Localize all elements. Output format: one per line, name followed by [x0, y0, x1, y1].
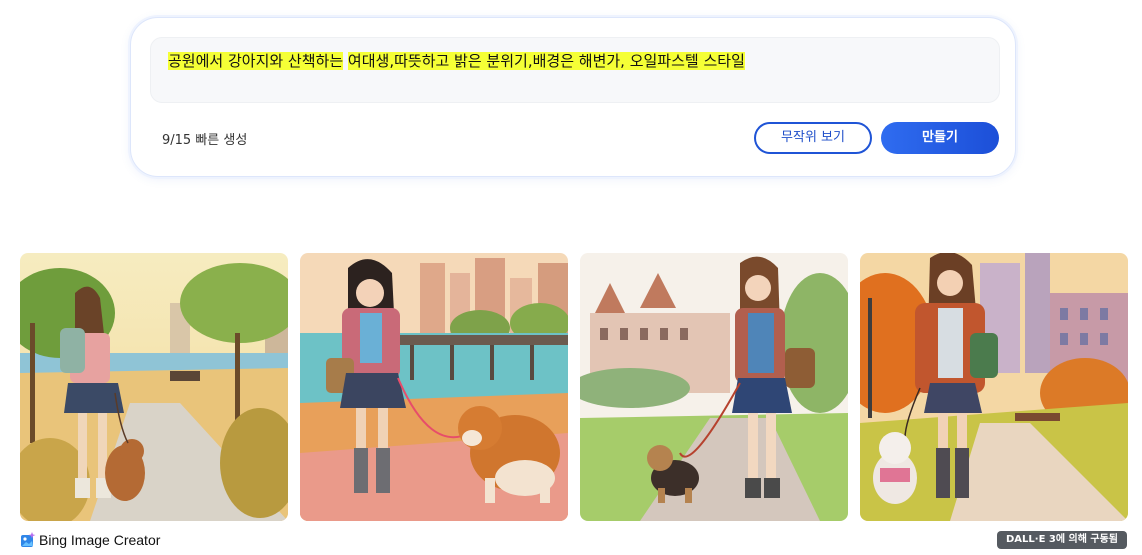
- boost-count: 9/15 빠른 생성: [162, 133, 248, 148]
- create-button[interactable]: 만들기: [881, 122, 999, 154]
- result-image-3[interactable]: [580, 253, 848, 521]
- bing-image-creator-link[interactable]: Bing Image Creator: [20, 530, 160, 550]
- brand-label: Bing Image Creator: [39, 532, 161, 548]
- prompt-card: 공원에서 강아지와 산책하는 여대생,따뜻하고 밝은 분위기,배경은 해변가, …: [130, 17, 1016, 177]
- dalle-badge: DALL·E 3에 의해 구동됨: [997, 531, 1127, 549]
- prompt-highlight-1: 공원에서 강아지와 산책하는: [168, 52, 344, 70]
- image-creator-icon: [20, 532, 36, 548]
- result-image-2[interactable]: [300, 253, 568, 521]
- result-image-4[interactable]: [860, 253, 1128, 521]
- result-image-1[interactable]: [20, 253, 288, 521]
- surprise-me-button[interactable]: 무작위 보기: [754, 122, 872, 154]
- prompt-highlight-2: 여대생,따뜻하고 밝은 분위기,배경은 해변가, 오일파스텔 스타일: [347, 52, 745, 70]
- prompt-text[interactable]: 공원에서 강아지와 산책하는 여대생,따뜻하고 밝은 분위기,배경은 해변가, …: [168, 50, 745, 72]
- prompt-input[interactable]: 공원에서 강아지와 산책하는 여대생,따뜻하고 밝은 분위기,배경은 해변가, …: [150, 37, 1000, 103]
